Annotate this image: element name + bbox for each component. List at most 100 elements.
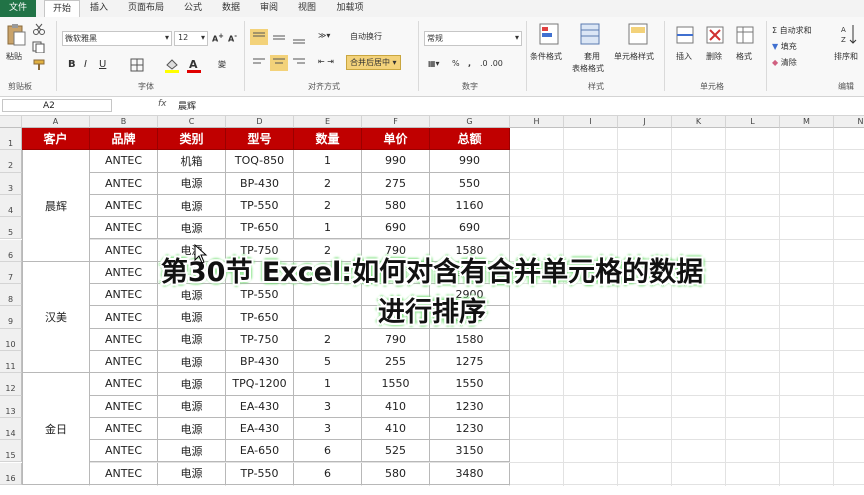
clear-button[interactable]: ◆ 清除 — [772, 57, 797, 68]
tab-formulas[interactable]: 公式 — [178, 0, 208, 17]
border-icon[interactable] — [130, 58, 144, 72]
insert-label[interactable]: 插入 — [676, 51, 692, 62]
format-painter-icon[interactable] — [32, 59, 46, 71]
table-cell[interactable]: ANTEC — [90, 373, 158, 396]
table-cell[interactable]: 电源 — [158, 351, 226, 374]
table-cell[interactable]: 1230 — [430, 395, 510, 418]
table-cell[interactable]: 1 — [294, 150, 362, 173]
row-header-2[interactable]: 2 — [0, 150, 22, 173]
fx-icon[interactable]: fx — [158, 99, 167, 109]
table-cell[interactable]: 1 — [294, 373, 362, 396]
row-header-10[interactable]: 10 — [0, 328, 22, 351]
table-cell[interactable]: ANTEC — [90, 194, 158, 218]
fill-color-icon[interactable] — [164, 57, 180, 73]
conditional-format-icon[interactable] — [539, 23, 559, 45]
table-cell[interactable]: 255 — [362, 351, 430, 374]
comma-button[interactable]: , — [468, 59, 471, 68]
tab-data[interactable]: 数据 — [216, 0, 246, 17]
indent-icon[interactable]: ⇤ ⇥ — [318, 57, 334, 66]
table-cell[interactable]: 990 — [362, 150, 430, 173]
tab-page-layout[interactable]: 页面布局 — [122, 0, 170, 17]
tab-file[interactable]: 文件 — [0, 0, 36, 17]
delete-label[interactable]: 删除 — [706, 51, 722, 62]
table-cell[interactable]: TOQ-850 — [226, 150, 294, 173]
copy-icon[interactable] — [32, 41, 46, 53]
table-cell[interactable]: 3150 — [430, 440, 510, 463]
table-cell[interactable]: 6 — [294, 462, 362, 485]
table-cell[interactable]: 3 — [294, 395, 362, 418]
table-cell[interactable]: TP-550 — [226, 462, 294, 485]
format-as-table-label-2[interactable]: 表格格式 — [572, 63, 604, 74]
table-cell[interactable]: 1275 — [430, 351, 510, 374]
insert-cells-icon[interactable] — [676, 23, 696, 45]
table-cell[interactable]: 电源 — [158, 328, 226, 351]
row-header-16[interactable]: 16 — [0, 462, 22, 485]
table-cell[interactable]: 电源 — [158, 373, 226, 396]
column-header-F[interactable]: F — [362, 116, 430, 128]
table-cell[interactable]: 1230 — [430, 417, 510, 441]
table-cell[interactable]: 2 — [294, 194, 362, 218]
table-cell[interactable]: 580 — [362, 462, 430, 485]
column-header-J[interactable]: J — [618, 116, 672, 128]
column-header-E[interactable]: E — [294, 116, 362, 128]
column-header-B[interactable]: B — [90, 116, 158, 128]
table-cell[interactable]: EA-430 — [226, 417, 294, 441]
phonetic-icon[interactable]: 變 — [218, 59, 226, 70]
table-header-cell[interactable]: 类别 — [158, 128, 226, 151]
table-cell[interactable]: 电源 — [158, 462, 226, 485]
table-cell[interactable]: 5 — [294, 351, 362, 374]
table-cell[interactable]: ANTEC — [90, 328, 158, 351]
currency-icon[interactable]: ▦▾ — [428, 59, 440, 68]
table-cell[interactable]: 电源 — [158, 194, 226, 218]
table-header-cell[interactable]: 品牌 — [90, 128, 158, 151]
table-cell[interactable]: 2 — [294, 172, 362, 195]
table-cell[interactable]: 1550 — [362, 373, 430, 396]
table-cell[interactable]: BP-430 — [226, 351, 294, 374]
table-cell[interactable]: ANTEC — [90, 395, 158, 418]
table-cell[interactable]: ANTEC — [90, 440, 158, 463]
merged-customer-cell[interactable]: 晨辉 — [22, 150, 90, 262]
tab-review[interactable]: 审阅 — [254, 0, 284, 17]
column-header-C[interactable]: C — [158, 116, 226, 128]
format-label[interactable]: 格式 — [736, 51, 752, 62]
font-size-select[interactable]: 12 ▾ — [174, 31, 208, 46]
table-cell[interactable]: 电源 — [158, 217, 226, 240]
cell-styles-icon[interactable] — [628, 23, 648, 45]
table-cell[interactable]: 电源 — [158, 172, 226, 195]
select-all-corner[interactable] — [0, 116, 22, 128]
grow-font-icon[interactable]: A+ — [212, 32, 224, 44]
table-header-cell[interactable]: 单价 — [362, 128, 430, 151]
delete-cells-icon[interactable] — [706, 23, 726, 45]
table-cell[interactable]: 电源 — [158, 395, 226, 418]
italic-button[interactable]: I — [84, 59, 87, 70]
column-header-A[interactable]: A — [22, 116, 90, 128]
table-cell[interactable]: 550 — [430, 172, 510, 195]
table-cell[interactable]: TPQ-1200 — [226, 373, 294, 396]
column-header-M[interactable]: M — [780, 116, 834, 128]
row-header-3[interactable]: 3 — [0, 172, 22, 195]
cell-styles-label[interactable]: 单元格样式 — [614, 51, 654, 62]
tab-insert[interactable]: 插入 — [84, 0, 114, 17]
table-header-cell[interactable]: 客户 — [22, 128, 90, 151]
table-cell[interactable]: 1160 — [430, 194, 510, 218]
table-cell[interactable]: 690 — [362, 217, 430, 240]
align-top-icons[interactable] — [250, 29, 310, 45]
align-horizontal-icons[interactable] — [250, 55, 310, 71]
column-header-G[interactable]: G — [430, 116, 510, 128]
table-cell[interactable]: 2 — [294, 328, 362, 351]
font-color-icon[interactable]: A — [186, 57, 202, 73]
table-cell[interactable]: ANTEC — [90, 462, 158, 485]
row-header-12[interactable]: 12 — [0, 373, 22, 396]
table-cell[interactable]: 机箱 — [158, 150, 226, 173]
table-cell[interactable]: 410 — [362, 395, 430, 418]
table-cell[interactable]: 690 — [430, 217, 510, 240]
font-name-select[interactable]: 微软雅黑 ▾ — [62, 31, 172, 46]
paste-icon[interactable] — [6, 23, 26, 47]
table-cell[interactable]: TP-550 — [226, 194, 294, 218]
row-header-1[interactable]: 1 — [0, 128, 22, 151]
table-cell[interactable]: 1550 — [430, 373, 510, 396]
bold-button[interactable]: B — [68, 59, 76, 70]
row-header-5[interactable]: 5 — [0, 217, 22, 240]
table-header-cell[interactable]: 型号 — [226, 128, 294, 151]
table-cell[interactable]: ANTEC — [90, 150, 158, 173]
